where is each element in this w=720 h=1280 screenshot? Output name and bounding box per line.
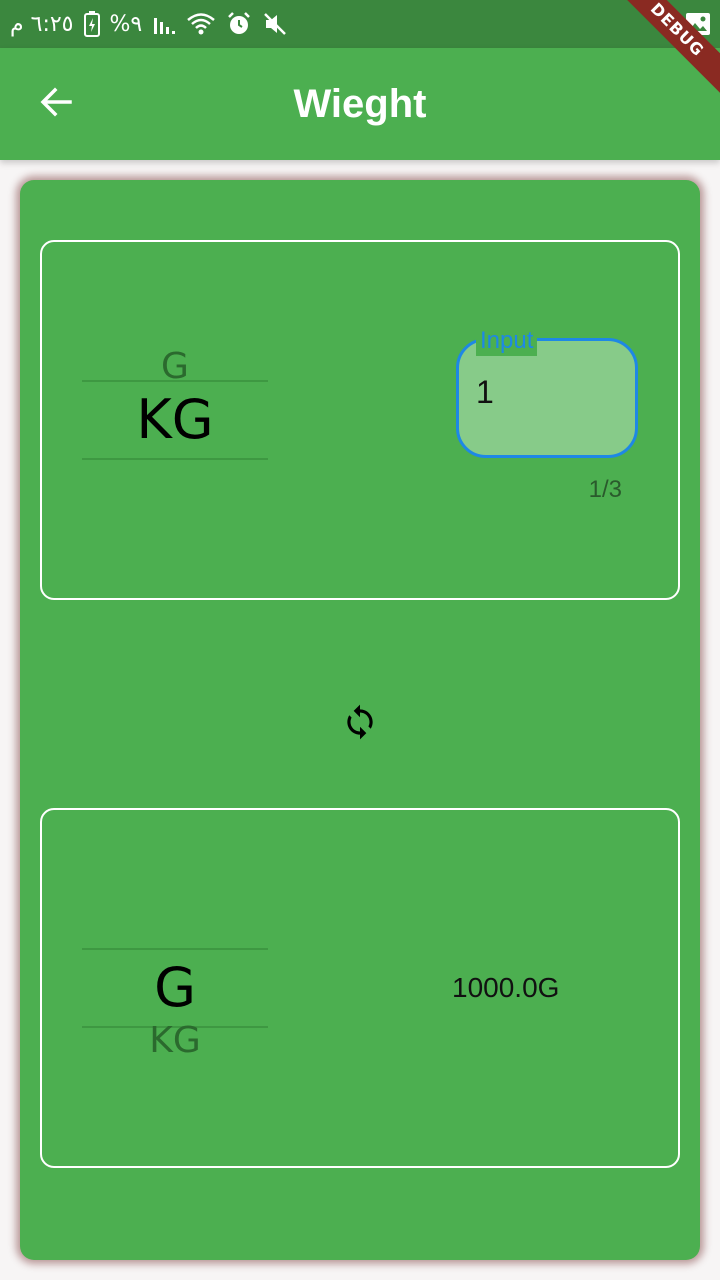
value-input[interactable] [476,374,616,411]
mute-icon [262,11,288,37]
picker-item-selected[interactable]: KG [82,388,268,451]
status-icons: ٦:٢٥ م %٩ [10,8,288,40]
picker-item-below[interactable]: KG [82,1020,268,1061]
input-label: Input [476,326,538,356]
from-unit-picker[interactable]: G KG [82,302,268,522]
refresh-icon [341,703,379,746]
signal-icon [152,12,176,36]
picker-item-selected[interactable]: G [82,956,268,1019]
status-time: ٦:٢٥ م [10,11,74,37]
app-bar: Wieght [0,48,720,160]
picker-divider [82,948,268,950]
to-panel: G KG 1000.0G [40,808,680,1168]
to-unit-picker[interactable]: G KG [82,870,268,1090]
status-bar: ٦:٢٥ م %٩ [0,0,720,48]
swap-button[interactable] [336,700,384,748]
picker-divider [82,380,268,382]
converter-card: G KG Input 1/3 G KG 1000.0G [20,180,700,1260]
alarm-icon [226,11,252,37]
page-title: Wieght [293,82,427,126]
wifi-icon [186,11,216,37]
from-panel: G KG Input 1/3 [40,240,680,600]
picker-divider [82,458,268,460]
character-counter: 1/3 [588,476,622,503]
battery-charging-icon [83,11,100,37]
battery-percent: %٩ [109,11,143,37]
result-value: 1000.0G [452,972,560,1003]
